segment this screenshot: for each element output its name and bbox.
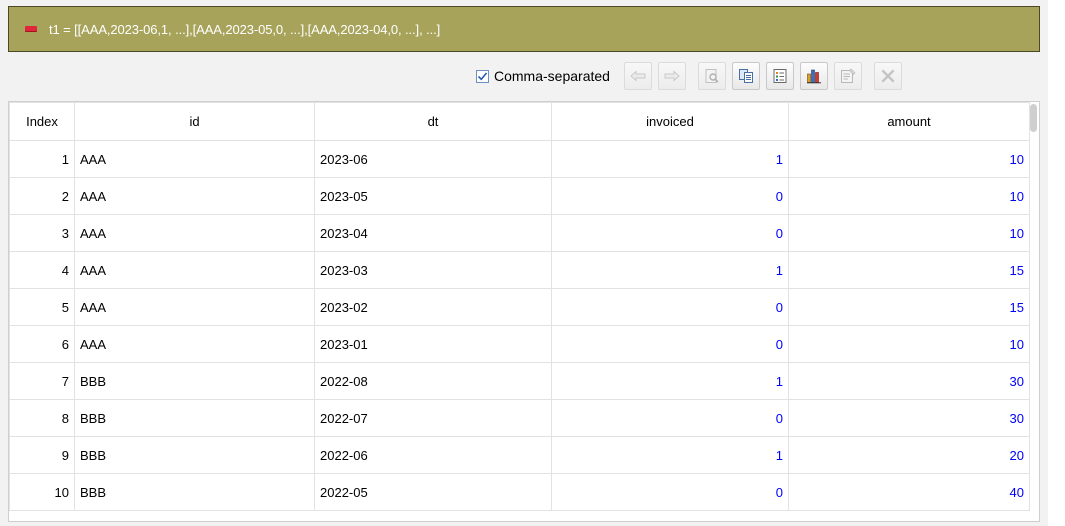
copy-icon xyxy=(738,69,753,83)
properties-button[interactable] xyxy=(833,62,862,90)
cell-index: 7 xyxy=(9,362,75,400)
column-header-amount[interactable]: amount xyxy=(788,102,1030,141)
table-row[interactable]: 10 BBB 2022-05 0 40 xyxy=(9,473,1030,511)
cell-amount[interactable]: 30 xyxy=(788,399,1030,437)
copy-button[interactable] xyxy=(731,62,760,90)
checkmark-icon xyxy=(477,71,488,80)
next-button[interactable] xyxy=(657,62,686,90)
cell-amount[interactable]: 30 xyxy=(788,362,1030,400)
table-row[interactable]: 8 BBB 2022-07 0 30 xyxy=(9,399,1030,437)
table-row[interactable]: 3 AAA 2023-04 0 10 xyxy=(9,214,1030,252)
cell-dt[interactable]: 2023-02 xyxy=(314,288,552,326)
cell-index: 1 xyxy=(9,140,75,178)
column-header-invoiced[interactable]: invoiced xyxy=(551,102,789,141)
cell-amount[interactable]: 20 xyxy=(788,436,1030,474)
cell-amount[interactable]: 10 xyxy=(788,214,1030,252)
cell-dt[interactable]: 2023-05 xyxy=(314,177,552,215)
chart-icon xyxy=(806,69,821,84)
cell-dt[interactable]: 2022-08 xyxy=(314,362,552,400)
variable-title: t1 = [[AAA,2023-06,1, ...],[AAA,2023-05,… xyxy=(49,21,441,37)
cell-id[interactable]: AAA xyxy=(74,214,315,252)
cell-id[interactable]: AAA xyxy=(74,140,315,178)
header-row: Index id dt invoiced amount xyxy=(9,102,1030,141)
cell-invoiced[interactable]: 1 xyxy=(551,251,789,289)
close-icon xyxy=(881,69,895,83)
cell-dt[interactable]: 2023-01 xyxy=(314,325,552,363)
cell-id[interactable]: AAA xyxy=(74,325,315,363)
cell-index: 5 xyxy=(9,288,75,326)
column-header-dt[interactable]: dt xyxy=(314,102,552,141)
toolbar: Comma-separated xyxy=(470,60,902,92)
arrow-right-icon xyxy=(664,70,680,82)
cell-invoiced[interactable]: 0 xyxy=(551,325,789,363)
data-grid[interactable]: Index id dt invoiced amount 1 AAA 2023-0… xyxy=(8,101,1040,522)
comma-separated-checkbox[interactable] xyxy=(476,69,489,83)
comma-separated-label: Comma-separated xyxy=(494,68,610,84)
cell-invoiced[interactable]: 0 xyxy=(551,399,789,437)
cell-id[interactable]: AAA xyxy=(74,177,315,215)
collapse-icon[interactable] xyxy=(25,26,37,32)
table-row[interactable]: 2 AAA 2023-05 0 10 xyxy=(9,177,1030,215)
previous-button[interactable] xyxy=(623,62,652,90)
column-header-id[interactable]: id xyxy=(74,102,315,141)
cell-invoiced[interactable]: 1 xyxy=(551,140,789,178)
cell-dt[interactable]: 2022-06 xyxy=(314,436,552,474)
cell-id[interactable]: BBB xyxy=(74,362,315,400)
cell-index: 4 xyxy=(9,251,75,289)
cell-amount[interactable]: 10 xyxy=(788,177,1030,215)
arrow-left-icon xyxy=(630,70,646,82)
comma-separated-toggle[interactable]: Comma-separated xyxy=(470,68,610,84)
table-row[interactable]: 4 AAA 2023-03 1 15 xyxy=(9,251,1030,289)
cell-index: 10 xyxy=(9,473,75,511)
cell-index: 8 xyxy=(9,399,75,437)
cell-index: 3 xyxy=(9,214,75,252)
cell-invoiced[interactable]: 0 xyxy=(551,473,789,511)
column-header-index[interactable]: Index xyxy=(9,102,75,141)
list-button[interactable] xyxy=(765,62,794,90)
cell-invoiced[interactable]: 1 xyxy=(551,362,789,400)
cell-id[interactable]: AAA xyxy=(74,251,315,289)
table-row[interactable]: 7 BBB 2022-08 1 30 xyxy=(9,362,1030,400)
cell-index: 2 xyxy=(9,177,75,215)
table-row[interactable]: 9 BBB 2022-06 1 20 xyxy=(9,436,1030,474)
cell-index: 6 xyxy=(9,325,75,363)
cell-dt[interactable]: 2023-03 xyxy=(314,251,552,289)
cell-id[interactable]: BBB xyxy=(74,399,315,437)
variable-header: t1 = [[AAA,2023-06,1, ...],[AAA,2023-05,… xyxy=(8,6,1040,52)
chart-button[interactable] xyxy=(799,62,828,90)
cell-invoiced[interactable]: 1 xyxy=(551,436,789,474)
cell-amount[interactable]: 10 xyxy=(788,325,1030,363)
cell-invoiced[interactable]: 0 xyxy=(551,214,789,252)
preview-icon xyxy=(705,69,719,83)
table-row[interactable]: 1 AAA 2023-06 1 10 xyxy=(9,140,1030,178)
cell-invoiced[interactable]: 0 xyxy=(551,288,789,326)
cell-dt[interactable]: 2022-05 xyxy=(314,473,552,511)
cell-amount[interactable]: 10 xyxy=(788,140,1030,178)
cell-dt[interactable]: 2022-07 xyxy=(314,399,552,437)
close-button[interactable] xyxy=(873,62,902,90)
vertical-scrollbar[interactable] xyxy=(1030,104,1037,132)
cell-index: 9 xyxy=(9,436,75,474)
table-row[interactable]: 5 AAA 2023-02 0 15 xyxy=(9,288,1030,326)
list-icon xyxy=(773,69,787,83)
cell-amount[interactable]: 15 xyxy=(788,288,1030,326)
cell-dt[interactable]: 2023-04 xyxy=(314,214,552,252)
cell-id[interactable]: AAA xyxy=(74,288,315,326)
preview-button[interactable] xyxy=(697,62,726,90)
cell-amount[interactable]: 15 xyxy=(788,251,1030,289)
cell-invoiced[interactable]: 0 xyxy=(551,177,789,215)
cell-dt[interactable]: 2023-06 xyxy=(314,140,552,178)
right-margin xyxy=(1048,0,1065,526)
table-row[interactable]: 6 AAA 2023-01 0 10 xyxy=(9,325,1030,363)
properties-icon xyxy=(840,68,856,83)
cell-amount[interactable]: 40 xyxy=(788,473,1030,511)
cell-id[interactable]: BBB xyxy=(74,436,315,474)
data-table: Index id dt invoiced amount 1 AAA 2023-0… xyxy=(9,102,1030,511)
cell-id[interactable]: BBB xyxy=(74,473,315,511)
